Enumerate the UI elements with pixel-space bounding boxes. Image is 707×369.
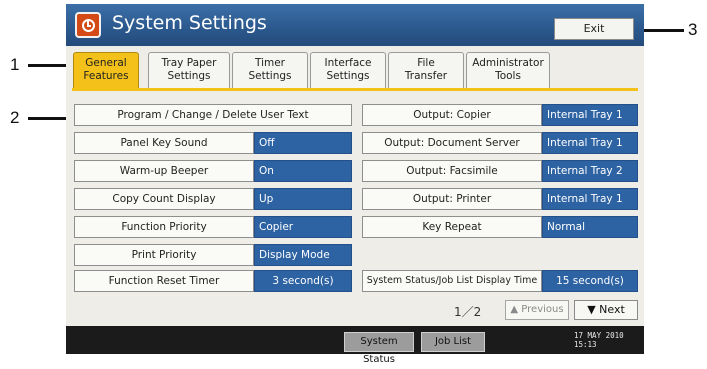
tab-file-transfer[interactable]: File Transfer <box>388 52 464 88</box>
tab-timer-settings[interactable]: Timer Settings <box>232 52 308 88</box>
output-printer-value: Internal Tray 1 <box>542 188 638 210</box>
print-priority-button[interactable]: Print Priority <box>74 244 254 266</box>
copy-count-display-value: Up <box>254 188 352 210</box>
time-text: 15:13 <box>574 340 597 349</box>
tab-label-line1: Tray Paper <box>161 57 217 69</box>
next-page-button[interactable]: ▼ Next <box>574 300 638 320</box>
tab-label-line1: Timer <box>254 57 285 69</box>
function-priority-value: Copier <box>254 216 352 238</box>
program-user-text-button[interactable]: Program / Change / Delete User Text <box>74 104 352 126</box>
clock-app-icon <box>75 12 101 38</box>
output-document-server-value: Internal Tray 1 <box>542 132 638 154</box>
page-title: System Settings <box>112 12 267 34</box>
tab-label-line1: General <box>85 57 127 69</box>
warm-up-beeper-button[interactable]: Warm-up Beeper <box>74 160 254 182</box>
copy-count-display-button[interactable]: Copy Count Display <box>74 188 254 210</box>
previous-page-button[interactable]: ▲ Previous <box>505 300 569 320</box>
tab-label-line2: Settings <box>167 70 211 82</box>
tab-interface-settings[interactable]: Interface Settings <box>310 52 386 88</box>
tab-administrator-tools[interactable]: Administrator Tools <box>466 52 550 88</box>
tab-label-line2: Settings <box>326 70 370 82</box>
function-reset-timer-value: 3 second(s) <box>254 270 352 292</box>
tab-general-features[interactable]: General Features <box>73 52 139 88</box>
status-bar: System Status Job List 17 MAY 2010 15:13 <box>66 326 644 365</box>
tab-underline <box>72 88 638 91</box>
key-repeat-button[interactable]: Key Repeat <box>362 216 542 238</box>
function-priority-button[interactable]: Function Priority <box>74 216 254 238</box>
page-indicator: 1／2 <box>454 305 482 319</box>
tab-label-line2: Transfer <box>404 70 448 82</box>
output-facsimile-value: Internal Tray 2 <box>542 160 638 182</box>
function-reset-timer-button[interactable]: Function Reset Timer <box>74 270 254 292</box>
tab-label-line2: Features <box>83 70 129 82</box>
key-repeat-value: Normal <box>542 216 638 238</box>
tab-tray-paper-settings[interactable]: Tray Paper Settings <box>148 52 230 88</box>
callout-2: 2 <box>10 108 20 127</box>
date-text: 17 MAY 2010 <box>574 331 624 340</box>
output-copier-button[interactable]: Output: Copier <box>362 104 542 126</box>
tab-label-line1: Interface <box>324 57 372 69</box>
warm-up-beeper-value: On <box>254 160 352 182</box>
output-document-server-button[interactable]: Output: Document Server <box>362 132 542 154</box>
job-list-button[interactable]: Job List <box>421 332 485 352</box>
output-copier-value: Internal Tray 1 <box>542 104 638 126</box>
panel-key-sound-button[interactable]: Panel Key Sound <box>74 132 254 154</box>
system-status-button[interactable]: System Status <box>344 332 414 365</box>
title-bar: System Settings Exit <box>66 4 644 46</box>
tab-label-line2: Settings <box>248 70 292 82</box>
date-time-display: 17 MAY 2010 15:13 <box>574 331 624 349</box>
tab-label-line1: File <box>417 57 435 69</box>
system-status-display-time-value: 15 second(s) <box>542 270 638 292</box>
output-printer-button[interactable]: Output: Printer <box>362 188 542 210</box>
tab-label-line2: Tools <box>495 70 521 82</box>
exit-button[interactable]: Exit <box>554 18 634 40</box>
system-status-display-time-button[interactable]: System Status/Job List Display Time <box>362 270 542 292</box>
tab-label-line1: Administrator <box>472 57 544 69</box>
callout-1: 1 <box>10 55 20 74</box>
callout-3: 3 <box>688 20 698 39</box>
output-facsimile-button[interactable]: Output: Facsimile <box>362 160 542 182</box>
panel-key-sound-value: Off <box>254 132 352 154</box>
device-screen: System Settings Exit General Features Tr… <box>66 4 644 365</box>
print-priority-value: Display Mode <box>254 244 352 266</box>
